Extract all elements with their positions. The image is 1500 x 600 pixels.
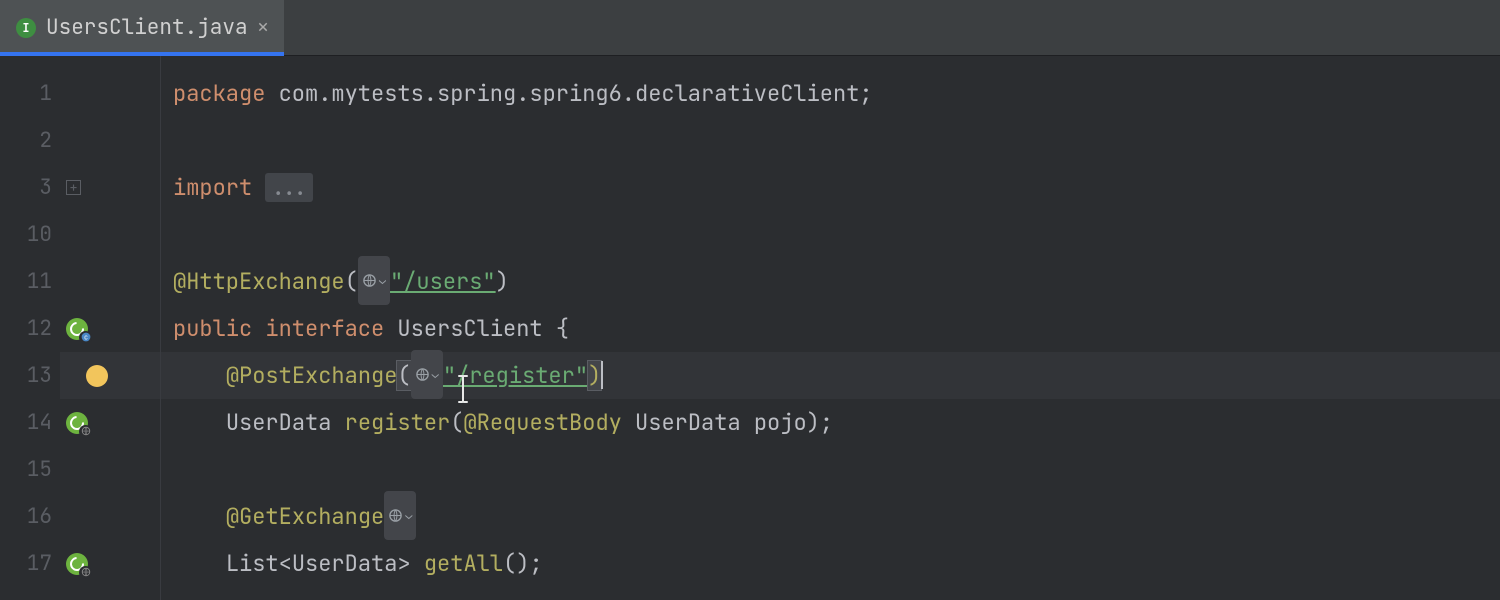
type-name: UserData: [226, 408, 345, 437]
code-content[interactable]: package com.mytests.spring.spring6.decla…: [161, 56, 1500, 600]
folded-imports[interactable]: ...: [265, 173, 313, 202]
close-tab-icon[interactable]: ✕: [258, 16, 269, 39]
spring-http-gutter-icon[interactable]: [66, 553, 88, 575]
line-number[interactable]: 3: [0, 164, 60, 211]
line-number[interactable]: 2: [0, 117, 60, 164]
chevron-down-icon: ⌄: [379, 257, 386, 304]
globe-badge-icon: [81, 567, 91, 577]
line-number[interactable]: 1: [0, 70, 60, 117]
line-number[interactable]: 17: [0, 540, 60, 587]
line-number[interactable]: 16: [0, 493, 60, 540]
keyword: interface: [265, 314, 397, 343]
url-inlay-hint[interactable]: ⌄: [358, 256, 390, 305]
spring-bean-gutter-icon[interactable]: c: [66, 318, 88, 340]
text-caret: [601, 361, 603, 389]
annotation: @GetExchange: [226, 502, 384, 531]
editor-area: 1 2 3 10 11 12 13 14 15 16 17 + c packag…: [0, 56, 1500, 600]
tab-filename: UsersClient.java: [46, 14, 248, 41]
fold-expand-icon[interactable]: +: [66, 180, 81, 195]
globe-icon: [362, 273, 377, 288]
annotation: @PostExchange: [226, 361, 398, 390]
keyword: import: [173, 173, 265, 202]
url-inlay-hint[interactable]: ⌄: [411, 350, 443, 399]
type-name: UserData: [292, 549, 398, 578]
annotation: @HttpExchange: [173, 267, 345, 296]
line-number[interactable]: 12: [0, 305, 60, 352]
intention-bulb-icon[interactable]: [86, 365, 108, 387]
url-inlay-hint[interactable]: ⌄: [384, 491, 416, 540]
editor-tab-bar: I UsersClient.java ✕: [0, 0, 1500, 56]
parameter-name: pojo: [754, 408, 807, 437]
line-number[interactable]: 10: [0, 211, 60, 258]
globe-badge-icon: [81, 426, 91, 436]
line-number[interactable]: 11: [0, 258, 60, 305]
globe-icon: [388, 508, 403, 523]
type-name: List: [226, 549, 279, 578]
svg-text:c: c: [84, 335, 88, 342]
type-name: UsersClient: [397, 314, 555, 343]
editor-tab-active[interactable]: I UsersClient.java ✕: [0, 0, 284, 55]
type-name: UserData: [635, 408, 754, 437]
brace: {: [556, 314, 569, 343]
keyword: package: [173, 79, 265, 108]
interface-file-icon: I: [16, 18, 36, 38]
chevron-down-icon: ⌄: [405, 492, 412, 539]
gutter-icon-margin: + c: [60, 56, 161, 600]
class-badge-icon: c: [81, 332, 91, 342]
line-number[interactable]: 13: [0, 352, 60, 399]
package-name: com.mytests.spring.spring6.declarativeCl…: [279, 79, 860, 108]
keyword: public: [173, 314, 265, 343]
globe-icon: [415, 367, 430, 382]
string-literal: "/register": [443, 361, 588, 390]
line-number-gutter: 1 2 3 10 11 12 13 14 15 16 17: [0, 56, 60, 600]
string-literal: "/users": [390, 267, 496, 296]
chevron-down-icon: ⌄: [432, 351, 439, 398]
line-number[interactable]: 15: [0, 446, 60, 493]
line-number[interactable]: 14: [0, 399, 60, 446]
method-name: getAll: [424, 549, 503, 578]
method-name: register: [345, 408, 451, 437]
annotation: @RequestBody: [463, 408, 635, 437]
current-line[interactable]: @PostExchange(⌄"/register"): [161, 352, 1500, 399]
spring-http-gutter-icon[interactable]: [66, 412, 88, 434]
